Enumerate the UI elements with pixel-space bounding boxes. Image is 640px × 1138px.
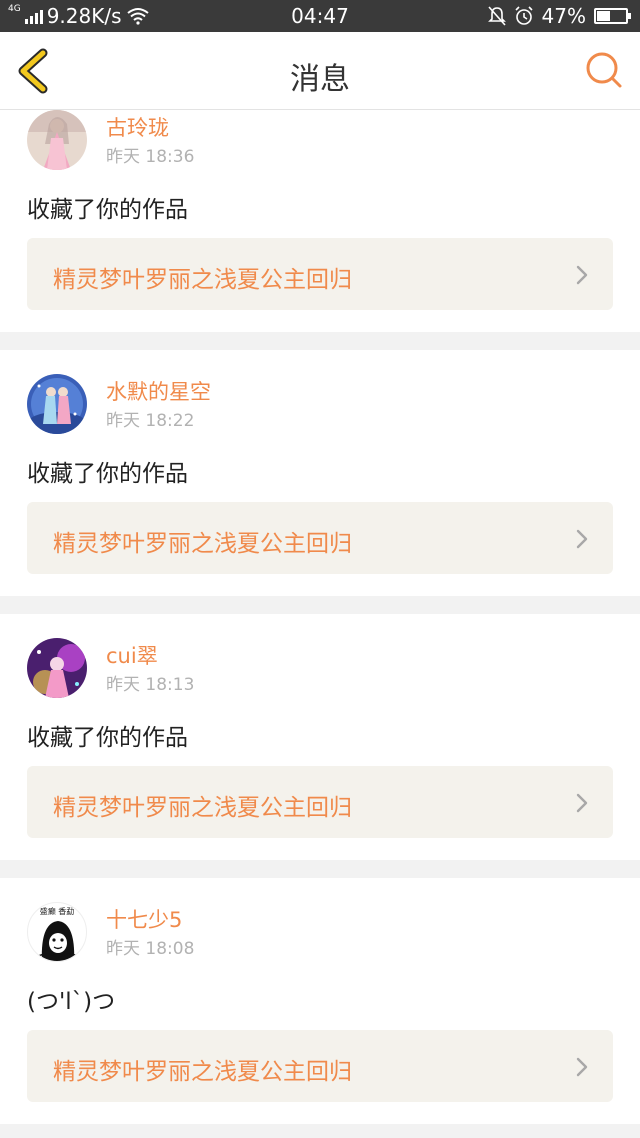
user-name[interactable]: 水默的星空 <box>106 376 211 406</box>
avatar[interactable] <box>27 110 87 170</box>
work-link[interactable]: 精灵梦叶罗丽之浅夏公主回归 <box>27 1030 613 1102</box>
search-button[interactable] <box>582 48 626 92</box>
user-name[interactable]: 古玲珑 <box>106 112 169 142</box>
status-right: 47% <box>487 4 631 28</box>
work-title: 精灵梦叶罗丽之浅夏公主回归 <box>53 1059 352 1085</box>
avatar[interactable] <box>27 638 87 698</box>
avatar-image <box>27 110 87 170</box>
work-title: 精灵梦叶罗丽之浅夏公主回归 <box>53 795 352 821</box>
avatar-caption: 盛癫 香勐 <box>39 907 75 916</box>
avatar-image <box>27 374 87 434</box>
work-link[interactable]: 精灵梦叶罗丽之浅夏公主回归 <box>27 766 613 838</box>
avatar-image <box>27 638 87 698</box>
message-time: 昨天 18:36 <box>106 147 195 167</box>
message-item: cui翠 昨天 18:13 收藏了你的作品 精灵梦叶罗丽之浅夏公主回归 <box>0 614 640 860</box>
user-name[interactable]: cui翠 <box>106 640 158 670</box>
battery-level <box>597 11 610 21</box>
message-item: 盛癫 香勐 十七少5 昨天 18:08 (つ'l`)つ 精灵梦叶罗丽之浅夏公主回… <box>0 878 640 1124</box>
message-time: 昨天 18:08 <box>106 939 195 959</box>
work-link[interactable]: 精灵梦叶罗丽之浅夏公主回归 <box>27 238 613 310</box>
work-title: 精灵梦叶罗丽之浅夏公主回归 <box>53 531 352 557</box>
chevron-right-icon <box>576 793 588 813</box>
chevron-right-icon <box>576 265 588 285</box>
mute-bell-icon <box>487 6 506 26</box>
avatar[interactable]: 盛癫 香勐 <box>27 902 87 962</box>
message-text: 收藏了你的作品 <box>27 725 188 751</box>
message-text: 收藏了你的作品 <box>27 197 188 223</box>
status-bar: 4G 9.28K/s 04:47 47% <box>0 0 640 32</box>
work-title: 精灵梦叶罗丽之浅夏公主回归 <box>53 267 352 293</box>
message-time: 昨天 18:13 <box>106 675 195 695</box>
avatar[interactable] <box>27 374 87 434</box>
chevron-right-icon <box>576 529 588 549</box>
message-list-content: 古玲珑 昨天 18:36 收藏了你的作品 精灵梦叶罗丽之浅夏公主回归 水默的星空… <box>0 110 640 1138</box>
message-list[interactable]: 古玲珑 昨天 18:36 收藏了你的作品 精灵梦叶罗丽之浅夏公主回归 水默的星空… <box>0 110 640 1138</box>
alarm-icon <box>514 6 533 25</box>
message-item: 水默的星空 昨天 18:22 收藏了你的作品 精灵梦叶罗丽之浅夏公主回归 <box>0 350 640 596</box>
message-text: (つ'l`)つ <box>27 989 116 1015</box>
work-link[interactable]: 精灵梦叶罗丽之浅夏公主回归 <box>27 502 613 574</box>
message-item: 古玲珑 昨天 18:36 收藏了你的作品 精灵梦叶罗丽之浅夏公主回归 <box>0 110 640 332</box>
battery-percent: 47% <box>541 4 586 28</box>
battery-icon <box>594 8 631 24</box>
nav-bar: 消息 <box>0 32 640 110</box>
search-icon <box>586 52 622 88</box>
chevron-right-icon <box>576 1057 588 1077</box>
user-name[interactable]: 十七少5 <box>106 904 182 934</box>
message-text: 收藏了你的作品 <box>27 461 188 487</box>
message-time: 昨天 18:22 <box>106 411 195 431</box>
page-title: 消息 <box>290 62 350 97</box>
